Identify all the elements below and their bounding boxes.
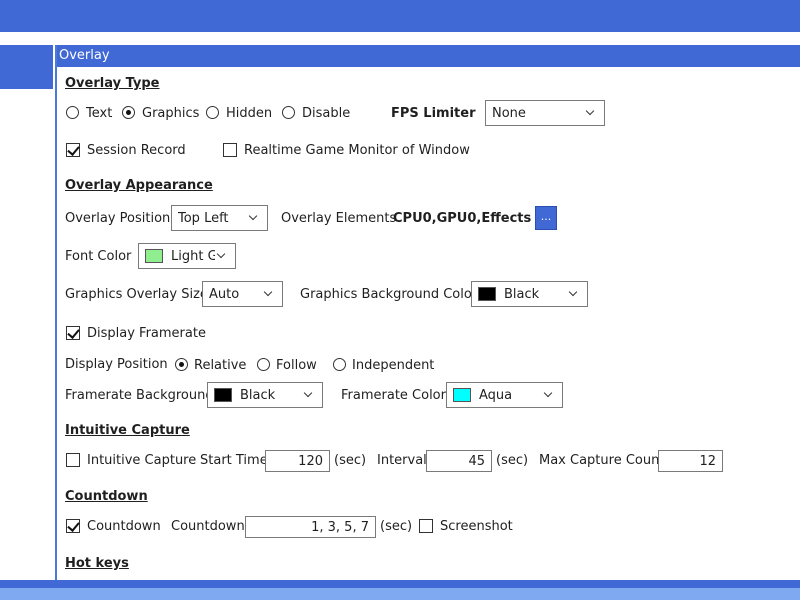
fps-limiter-label: FPS Limiter xyxy=(391,106,476,121)
chevron-down-icon xyxy=(584,106,598,120)
session-record-label: Session Record xyxy=(87,143,186,158)
sidebar-selected-tab[interactable] xyxy=(0,45,53,89)
chevron-down-icon xyxy=(247,211,261,225)
radio-follow-label: Follow xyxy=(276,358,317,373)
overlay-elements-button[interactable]: ... xyxy=(535,206,557,230)
panel-left-border xyxy=(55,45,57,585)
radio-graphics[interactable] xyxy=(122,106,135,119)
countdown-checkbox-label: Countdown xyxy=(87,519,161,534)
framerate-background-select[interactable]: Black xyxy=(207,382,323,408)
font-color-swatch xyxy=(145,249,163,263)
max-capture-count-label: Max Capture Count xyxy=(539,453,665,468)
overlay-elements-label: Overlay Elements xyxy=(281,211,397,226)
interval-label: Interval xyxy=(377,453,427,468)
interval-input[interactable]: 45 xyxy=(426,450,492,472)
screenshot-label: Screenshot xyxy=(440,519,513,534)
radio-disable[interactable] xyxy=(282,106,295,119)
chevron-down-icon xyxy=(302,388,316,402)
graphics-bg-color-select[interactable]: Black xyxy=(471,281,588,307)
radio-relative[interactable] xyxy=(175,358,188,371)
screenshot-checkbox[interactable] xyxy=(419,519,433,533)
overlay-position-select[interactable]: Top Left xyxy=(171,205,268,231)
framerate-color-label: Framerate Color xyxy=(341,388,446,403)
countdown-checkbox[interactable] xyxy=(66,519,80,533)
radio-graphics-label: Graphics xyxy=(142,106,200,121)
start-time-label: Start Time xyxy=(200,453,268,468)
overlay-type-heading: Overlay Type xyxy=(65,76,160,91)
radio-independent[interactable] xyxy=(333,358,346,371)
display-framerate-checkbox[interactable] xyxy=(66,326,80,340)
framerate-background-label: Framerate Background xyxy=(65,388,214,403)
bottom-bar-light xyxy=(0,588,800,600)
graphics-overlay-size-value: Auto xyxy=(209,286,240,302)
countdown-label: Countdown xyxy=(171,519,245,534)
radio-disable-label: Disable xyxy=(302,106,351,121)
graphics-bg-color-value: Black xyxy=(504,286,540,302)
framerate-color-swatch xyxy=(453,388,471,402)
radio-text[interactable] xyxy=(66,106,79,119)
intuitive-capture-checkbox[interactable] xyxy=(66,453,80,467)
top-title-bar xyxy=(0,0,800,32)
hot-keys-heading: Hot keys xyxy=(65,556,129,571)
overlay-appearance-heading: Overlay Appearance xyxy=(65,178,213,193)
font-color-label: Font Color xyxy=(65,249,132,264)
framerate-background-swatch xyxy=(214,388,232,402)
radio-follow[interactable] xyxy=(257,358,270,371)
graphics-bg-color-swatch xyxy=(478,287,496,301)
countdown-input[interactable]: 1, 3, 5, 7 xyxy=(245,516,376,538)
countdown-heading: Countdown xyxy=(65,489,148,504)
chevron-down-icon xyxy=(262,287,276,301)
radio-relative-label: Relative xyxy=(194,358,247,373)
radio-text-label: Text xyxy=(86,106,113,121)
font-color-value: Light G xyxy=(171,248,215,264)
panel-title: Overlay xyxy=(57,45,800,67)
interval-unit: (sec) xyxy=(496,453,529,468)
graphics-overlay-size-label: Graphics Overlay Size xyxy=(65,287,208,302)
chevron-down-icon xyxy=(215,249,229,263)
fps-limiter-select[interactable]: None xyxy=(485,100,605,126)
graphics-bg-color-label: Graphics Background Color xyxy=(300,287,478,302)
start-time-unit: (sec) xyxy=(334,453,367,468)
display-position-label: Display Position xyxy=(65,357,168,372)
chevron-down-icon xyxy=(542,388,556,402)
bottom-bar xyxy=(0,580,800,588)
intuitive-capture-label: Intuitive Capture xyxy=(87,453,197,468)
framerate-background-value: Black xyxy=(240,387,276,403)
graphics-overlay-size-select[interactable]: Auto xyxy=(202,281,283,307)
countdown-unit: (sec) xyxy=(380,519,413,534)
overlay-elements-value: CPU0,GPU0,Effects xyxy=(393,211,532,226)
radio-hidden[interactable] xyxy=(206,106,219,119)
start-time-input[interactable]: 120 xyxy=(265,450,330,472)
overlay-position-label: Overlay Position xyxy=(65,211,171,226)
framerate-color-select[interactable]: Aqua xyxy=(446,382,563,408)
fps-limiter-value: None xyxy=(492,105,526,121)
framerate-color-value: Aqua xyxy=(479,387,513,403)
font-color-select[interactable]: Light G xyxy=(138,243,236,269)
session-record-checkbox[interactable] xyxy=(66,143,80,157)
display-framerate-label: Display Framerate xyxy=(87,326,206,341)
realtime-monitor-checkbox[interactable] xyxy=(223,143,237,157)
max-capture-count-input[interactable]: 12 xyxy=(658,450,723,472)
chevron-down-icon xyxy=(567,287,581,301)
intuitive-capture-heading: Intuitive Capture xyxy=(65,423,190,438)
radio-independent-label: Independent xyxy=(352,358,435,373)
radio-hidden-label: Hidden xyxy=(226,106,273,121)
overlay-position-value: Top Left xyxy=(178,210,229,226)
realtime-monitor-label: Realtime Game Monitor of Window xyxy=(244,143,470,158)
